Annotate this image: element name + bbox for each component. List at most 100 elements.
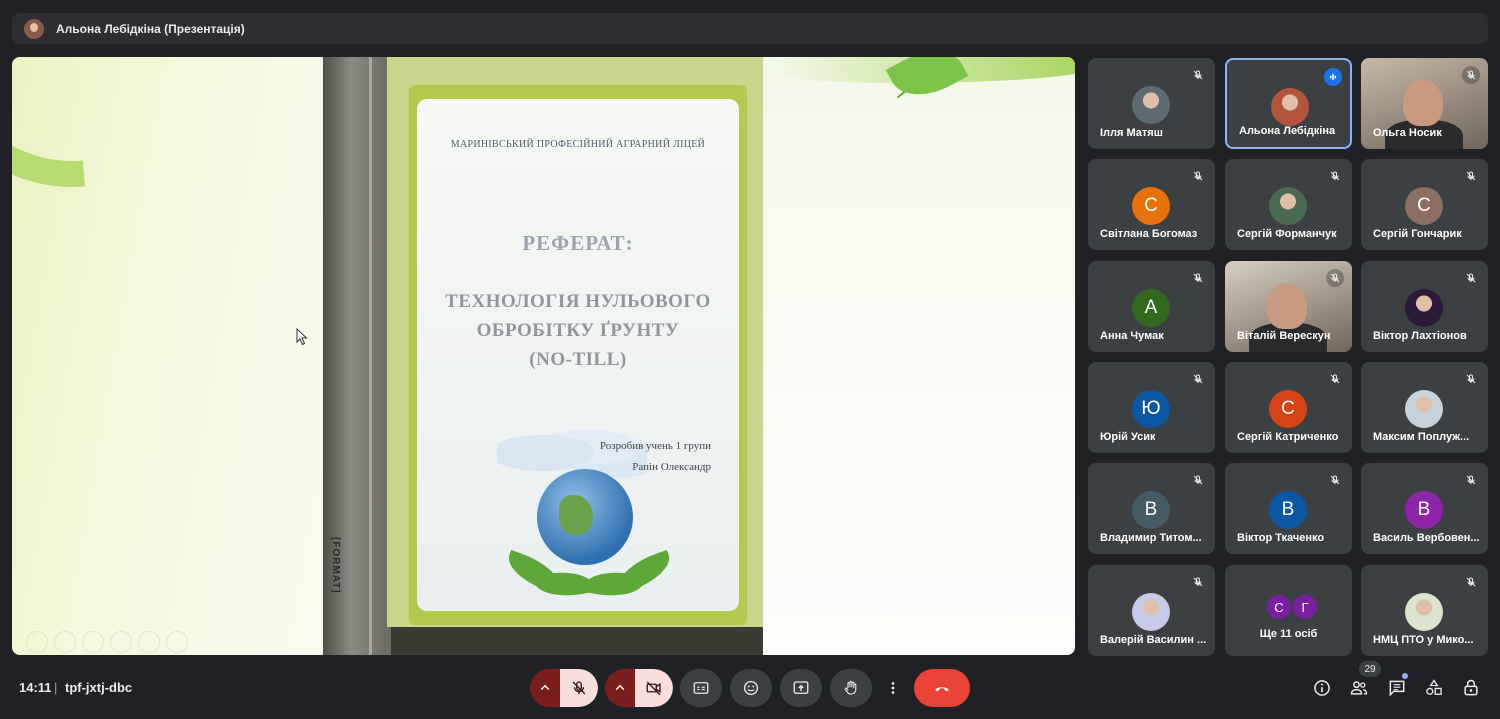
hangup-icon	[935, 687, 949, 692]
present-button[interactable]	[780, 669, 822, 707]
emoji-button[interactable]	[730, 669, 772, 707]
report-cover: МАРИНІВСЬКИЙ ПРОФЕСІЙНИЙ АГРАРНИЙ ЛІЦЕЙ …	[417, 99, 739, 611]
more-participants-label: Ще 11 осіб	[1259, 628, 1318, 640]
participant-tile[interactable]: С Сергій Гончарик	[1361, 159, 1488, 250]
avatar	[1269, 187, 1307, 225]
mic-off-icon	[1189, 66, 1207, 84]
avatar: С	[1267, 595, 1291, 619]
mic-off-icon	[1189, 167, 1207, 185]
microphone-control	[530, 669, 598, 707]
mic-toggle-button[interactable]	[560, 669, 598, 707]
host-controls-icon	[1464, 679, 1478, 696]
meeting-code: tpf-jxtj-dbc	[65, 680, 133, 695]
participant-name: Віктор Ткаченко	[1237, 532, 1325, 544]
captions-button[interactable]	[680, 669, 722, 707]
raise-hand-icon	[844, 680, 857, 695]
participant-tile[interactable]: В Владимир Титом...	[1088, 463, 1215, 554]
participant-name: НМЦ ПТО у Мико...	[1373, 634, 1474, 646]
mic-off-icon	[1189, 573, 1207, 591]
slide-toolbar	[26, 631, 188, 653]
avatar	[1132, 86, 1170, 124]
pen-icon[interactable]	[82, 631, 104, 653]
participant-tile[interactable]: Максим Поплуж...	[1361, 362, 1488, 453]
chevron-up-icon	[615, 684, 625, 691]
camera-control	[605, 669, 673, 707]
avatar: В	[1405, 491, 1443, 529]
host-controls-button[interactable]	[1459, 676, 1483, 700]
info-icon	[1314, 680, 1330, 696]
participant-tile[interactable]: Валерій Василин ...	[1088, 565, 1215, 656]
mic-off-icon	[1189, 471, 1207, 489]
more-options-button[interactable]	[880, 669, 906, 707]
participant-tile[interactable]: Ольга Носик	[1361, 58, 1488, 149]
next-slide-icon[interactable]	[54, 631, 76, 653]
participant-tile[interactable]: Альона Лебідкіна	[1225, 58, 1352, 149]
avatar	[1132, 593, 1170, 631]
mic-off-icon	[1189, 269, 1207, 287]
slides-grid-icon[interactable]	[110, 631, 132, 653]
participant-name: Владимир Титом...	[1100, 532, 1202, 544]
leave-call-button[interactable]	[914, 669, 970, 707]
camera-toggle-button[interactable]	[635, 669, 673, 707]
participant-name: Ілля Матяш	[1100, 127, 1163, 139]
avatar	[1405, 593, 1443, 631]
people-icon	[1350, 681, 1368, 695]
presentation-stage: [FORMAT] МАРИНІВСЬКИЙ ПРОФЕСІЙНИЙ АГРАРН…	[12, 57, 1075, 655]
zoom-icon[interactable]	[138, 631, 160, 653]
participant-tile[interactable]: В Віктор Ткаченко	[1225, 463, 1352, 554]
speaking-indicator-icon	[1324, 68, 1342, 86]
chat-notification-dot	[1402, 673, 1408, 679]
prev-slide-icon[interactable]	[26, 631, 48, 653]
participant-tile[interactable]: Віталій Верескун	[1225, 261, 1352, 352]
avatar: С	[1405, 187, 1443, 225]
participant-name: Віктор Лахтіонов	[1373, 330, 1467, 342]
participant-count-badge: 29	[1359, 661, 1381, 677]
participant-tile[interactable]: Ілля Матяш	[1088, 58, 1215, 149]
presenter-bar: Альона Лебідкіна (Презентація)	[12, 13, 1488, 44]
participant-name: Валерій Василин ...	[1100, 634, 1207, 646]
participant-name: Сергій Форманчук	[1237, 228, 1337, 240]
avatar	[1405, 289, 1443, 327]
report-heading: РЕФЕРАТ:	[522, 231, 634, 255]
mic-off-icon	[1462, 167, 1480, 185]
chat-button[interactable]	[1385, 676, 1409, 700]
meeting-details-button[interactable]	[1310, 676, 1334, 700]
people-button[interactable]	[1347, 676, 1371, 700]
camera-off-icon	[646, 681, 661, 696]
participant-grid: Ілля Матяш Альона Лебідкіна Ольга Носик С Св…	[1088, 58, 1488, 656]
participant-tile[interactable]: С Сергій Катриченко	[1225, 362, 1352, 453]
participant-name: Альона Лебідкіна	[1239, 125, 1336, 137]
spine-label: [FORMAT]	[330, 537, 341, 594]
participant-tile[interactable]: Ю Юрій Усик	[1088, 362, 1215, 453]
mic-options-button[interactable]	[530, 669, 560, 707]
mic-off-icon	[1462, 573, 1480, 591]
topic-line-2: ОБРОБІТКУ ҐРУНТУ	[476, 320, 680, 341]
report-author: Розробив учень 1 групи Рапін Олександр	[600, 436, 711, 478]
avatar: В	[1269, 491, 1307, 529]
emoji-icon	[743, 680, 759, 696]
participant-tile[interactable]: Сергій Форманчук	[1225, 159, 1352, 250]
participant-tile[interactable]: НМЦ ПТО у Мико...	[1361, 565, 1488, 656]
camera-options-button[interactable]	[605, 669, 635, 707]
participant-tile[interactable]: С Світлана Богомаз	[1088, 159, 1215, 250]
mic-off-icon	[1326, 471, 1344, 489]
report-topic: ТЕХНОЛОГІЯ НУЛЬОВОГО ОБРОБІТКУ ҐРУНТУ (N…	[417, 287, 739, 374]
school-name: МАРИНІВСЬКИЙ ПРОФЕСІЙНИЙ АГРАРНИЙ ЛІЦЕЙ	[450, 139, 706, 150]
participant-tile[interactable]: А Анна Чумак	[1088, 261, 1215, 352]
avatar: Г	[1293, 595, 1317, 619]
more-options-icon[interactable]	[166, 631, 188, 653]
mic-off-icon	[1326, 167, 1344, 185]
participant-name: Василь Вербовен...	[1373, 532, 1480, 544]
mouse-cursor-icon	[296, 328, 308, 346]
more-participants-avatars: СГ	[1267, 595, 1317, 619]
participant-tile[interactable]: Віктор Лахтіонов	[1361, 261, 1488, 352]
author-line-1: Розробив учень 1 групи	[599, 440, 711, 452]
avatar	[1271, 88, 1309, 126]
participant-tile[interactable]: В Василь Вербовен...	[1361, 463, 1488, 554]
activities-button[interactable]	[1422, 676, 1446, 700]
participant-name: Віталій Верескун	[1237, 330, 1331, 342]
participant-tile[interactable]: С Г Ще 11 осіб	[1225, 565, 1352, 656]
participant-name: Сергій Катриченко	[1237, 431, 1339, 443]
meeting-clock: 14:11	[19, 680, 52, 695]
raise-hand-button[interactable]	[830, 669, 872, 707]
